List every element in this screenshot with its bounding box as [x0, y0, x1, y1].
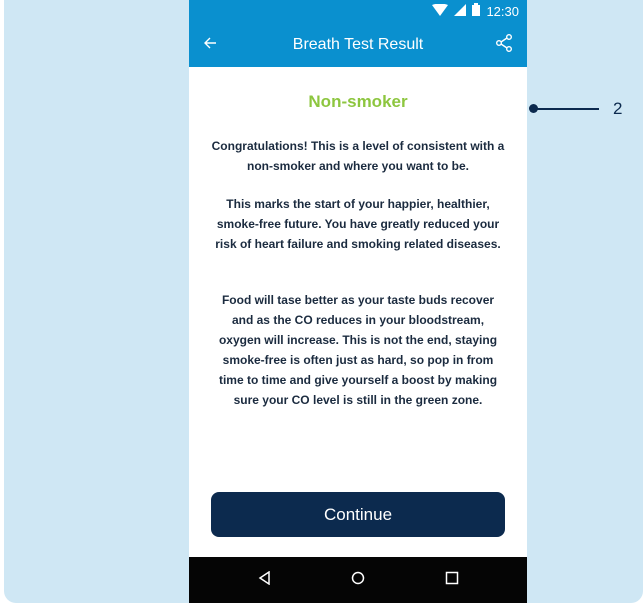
share-button[interactable] [493, 33, 515, 57]
circle-home-icon [351, 571, 365, 590]
phone-screen: 12:30 Breath Test Result Non-smoker Cong… [189, 0, 527, 603]
result-title: Non-smoker [308, 92, 408, 111]
nav-recents-button[interactable] [441, 569, 463, 591]
app-bar: Breath Test Result [189, 22, 527, 67]
nav-back-button[interactable] [254, 569, 276, 591]
nav-home-button[interactable] [347, 569, 369, 591]
callout-marker: 2 [527, 100, 637, 120]
status-time: 12:30 [486, 3, 519, 19]
triangle-back-icon [258, 570, 272, 590]
status-icons: 12:30 [432, 3, 519, 19]
result-paragraph-future: This marks the start of your happier, he… [215, 197, 501, 251]
wifi-icon [432, 3, 449, 19]
result-paragraph-advice: Food will tase better as your taste buds… [218, 293, 498, 407]
share-icon [495, 33, 513, 57]
status-bar: 12:30 [189, 0, 527, 22]
android-nav-bar [189, 557, 527, 603]
continue-button[interactable]: Continue [211, 492, 505, 537]
callout-dot [529, 104, 538, 113]
battery-icon [472, 3, 481, 19]
callout-line [535, 108, 599, 110]
screen-title: Breath Test Result [292, 36, 424, 53]
callout-number: 2 [613, 99, 623, 118]
cell-signal-icon [454, 3, 467, 19]
result-paragraph-congrats: Congratulations! This is a level of cons… [211, 139, 505, 173]
square-recents-icon [445, 571, 459, 590]
